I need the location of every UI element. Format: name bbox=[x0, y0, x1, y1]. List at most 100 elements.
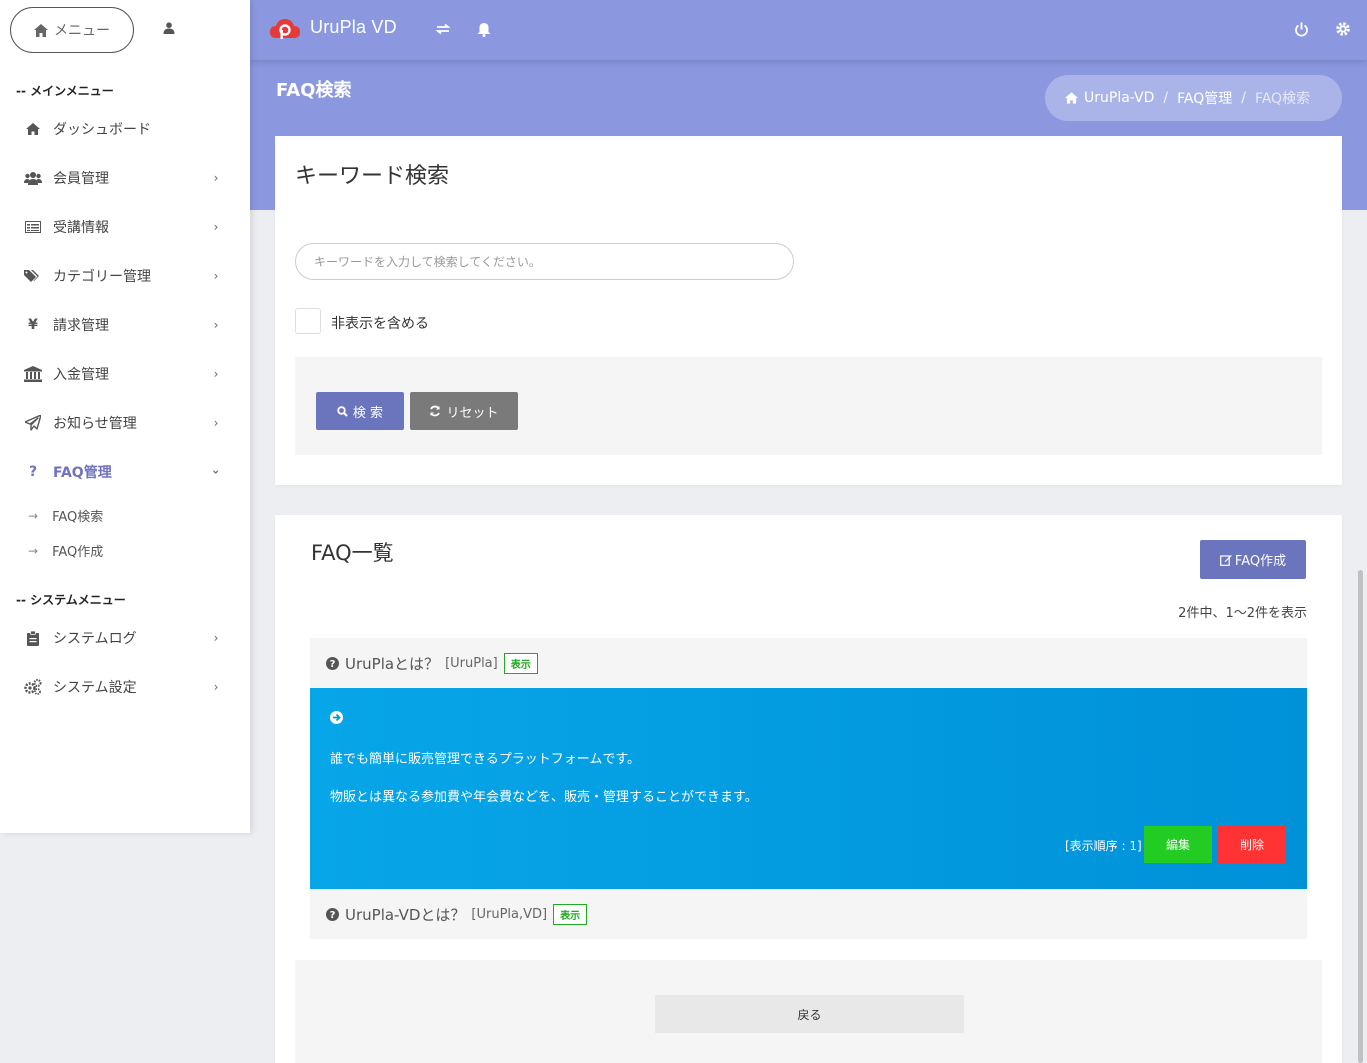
reset-button[interactable]: リセット bbox=[410, 392, 518, 430]
refresh-icon bbox=[430, 405, 441, 417]
home-icon bbox=[34, 23, 48, 37]
chevron-right-icon: › bbox=[213, 220, 219, 234]
chevron-right-icon: › bbox=[213, 416, 219, 430]
search-button-label: 検 索 bbox=[352, 405, 384, 421]
faq-category-tag: [UruPla,VD] bbox=[471, 906, 548, 922]
power-icon[interactable] bbox=[1292, 20, 1310, 38]
sidebar-item-enrollment[interactable]: 受講情報 › bbox=[0, 207, 250, 247]
system-menu-section-label: -- システムメニュー bbox=[16, 593, 126, 607]
sidebar-subitem-label: FAQ作成 bbox=[52, 545, 104, 560]
chevron-right-icon: › bbox=[213, 631, 219, 645]
top-bar: UruPla VD bbox=[250, 0, 1367, 60]
search-input[interactable] bbox=[295, 243, 794, 280]
sidebar-item-system-settings[interactable]: システム設定 › bbox=[0, 667, 250, 707]
search-icon bbox=[337, 405, 348, 417]
menu-toggle-button[interactable]: メニュー bbox=[10, 7, 134, 53]
delete-button[interactable]: 削除 bbox=[1218, 826, 1286, 863]
breadcrumb-home-link[interactable]: UruPla-VD bbox=[1084, 90, 1154, 106]
app-title[interactable]: UruPla VD bbox=[310, 17, 397, 38]
arrow-circle-right-icon bbox=[330, 711, 343, 724]
include-hidden-checkbox[interactable] bbox=[295, 308, 321, 334]
sidebar-item-label: FAQ管理 bbox=[53, 465, 112, 481]
faq-create-button[interactable]: FAQ作成 bbox=[1200, 540, 1306, 579]
question-circle-icon: ? bbox=[326, 907, 339, 921]
keyword-search-card: キーワード検索 非表示を含める 検 索 リセット bbox=[275, 136, 1342, 485]
back-button[interactable]: 戻る bbox=[655, 995, 964, 1033]
faq-question-row[interactable]: ? UruPla-VDとは？ [UruPla,VD] 表示 bbox=[310, 889, 1307, 939]
sidebar-item-label: ダッシュボード bbox=[53, 122, 151, 138]
search-button[interactable]: 検 索 bbox=[316, 392, 404, 430]
home-icon bbox=[24, 120, 42, 138]
sidebar-item-dashboard[interactable]: ダッシュボード bbox=[0, 109, 250, 149]
switch-icon[interactable] bbox=[434, 20, 452, 38]
sidebar-item-label: 入金管理 bbox=[53, 367, 109, 383]
faq-answer-panel: 誰でも簡単に販売管理できるプラットフォームです。 物販とは異なる参加費や年会費な… bbox=[310, 688, 1307, 889]
faq-category-tag: [UruPla] bbox=[445, 655, 498, 671]
faq-answer-line: 物販とは異なる参加費や年会費などを、販売・管理することができます。 bbox=[330, 790, 758, 805]
faq-question-text: UruPla-VDとは？ bbox=[345, 905, 466, 924]
sidebar-item-label: システム設定 bbox=[53, 680, 137, 696]
sidebar-item-payments[interactable]: 入金管理 › bbox=[0, 354, 250, 394]
breadcrumb: UruPla-VD / FAQ管理 / FAQ検索 bbox=[1045, 75, 1342, 121]
sidebar-item-categories[interactable]: カテゴリー管理 › bbox=[0, 256, 250, 296]
reset-button-label: リセット bbox=[446, 405, 499, 421]
main-menu-section-label: -- メインメニュー bbox=[16, 84, 114, 98]
display-order-label: [表示順序 : 1] bbox=[1065, 839, 1142, 853]
sidebar: メニュー -- メインメニュー ダッシュボード 会員管理 › 受講情報 › カテ… bbox=[0, 0, 250, 833]
user-icon[interactable] bbox=[160, 19, 178, 37]
chevron-right-icon: › bbox=[213, 269, 219, 283]
sidebar-item-label: 会員管理 bbox=[53, 171, 109, 187]
chevron-right-icon: › bbox=[213, 680, 219, 694]
sidebar-item-label: 受講情報 bbox=[53, 220, 109, 236]
sidebar-item-label: お知らせ管理 bbox=[53, 416, 137, 432]
svg-text:?: ? bbox=[330, 659, 336, 670]
question-icon: ? bbox=[28, 464, 38, 480]
sidebar-subitem-label: FAQ検索 bbox=[52, 510, 104, 525]
bell-icon[interactable] bbox=[475, 20, 493, 38]
sidebar-item-label: システムログ bbox=[53, 631, 137, 647]
faq-question-text: UruPlaとは？ bbox=[345, 654, 440, 673]
sidebar-item-system-log[interactable]: システムログ › bbox=[0, 618, 250, 658]
paper-plane-icon bbox=[24, 414, 42, 432]
sidebar-item-faq[interactable]: ? FAQ管理 › bbox=[0, 452, 250, 492]
footer-actions: 戻る bbox=[295, 960, 1322, 1063]
sidebar-item-label: 請求管理 bbox=[53, 318, 109, 334]
app-logo[interactable] bbox=[270, 16, 300, 44]
faq-create-label: FAQ作成 bbox=[1234, 554, 1287, 569]
sidebar-item-members[interactable]: 会員管理 › bbox=[0, 158, 250, 198]
chevron-right-icon: › bbox=[213, 171, 219, 185]
chevron-down-icon: › bbox=[209, 469, 223, 475]
faq-list-title: FAQ一覧 bbox=[311, 541, 394, 565]
result-count: 2件中、1〜2件を表示 bbox=[1178, 606, 1307, 621]
page-title: FAQ検索 bbox=[276, 80, 352, 101]
gear-icon[interactable] bbox=[1334, 20, 1352, 38]
yen-icon: ¥ bbox=[28, 317, 38, 333]
sidebar-subitem-faq-search[interactable]: → FAQ検索 bbox=[28, 506, 104, 526]
bank-icon bbox=[24, 365, 42, 383]
faq-list-card: FAQ一覧 FAQ作成 2件中、1〜2件を表示 ? UruPlaとは？ [Uru… bbox=[275, 515, 1342, 1063]
arrow-right-icon: → bbox=[28, 508, 39, 523]
clipboard-icon bbox=[24, 629, 42, 647]
sidebar-item-billing[interactable]: ¥ 請求管理 › bbox=[0, 305, 250, 345]
edit-icon bbox=[1220, 554, 1232, 566]
scrollbar[interactable] bbox=[1358, 570, 1363, 1063]
svg-text:?: ? bbox=[330, 910, 336, 921]
breadcrumb-faq-link[interactable]: FAQ管理 bbox=[1177, 88, 1232, 108]
arrow-right-icon: → bbox=[28, 543, 39, 558]
keyword-search-title: キーワード検索 bbox=[295, 164, 450, 189]
sidebar-subitem-faq-create[interactable]: → FAQ作成 bbox=[28, 541, 104, 561]
tags-icon bbox=[24, 267, 42, 285]
cogs-icon bbox=[24, 678, 42, 696]
sidebar-item-label: カテゴリー管理 bbox=[53, 269, 151, 285]
faq-question-row[interactable]: ? UruPlaとは？ [UruPla] 表示 bbox=[310, 638, 1307, 688]
status-badge: 表示 bbox=[503, 652, 538, 674]
sidebar-item-notices[interactable]: お知らせ管理 › bbox=[0, 403, 250, 443]
chevron-right-icon: › bbox=[213, 367, 219, 381]
menu-label: メニュー bbox=[54, 23, 110, 39]
edit-button[interactable]: 編集 bbox=[1144, 826, 1212, 863]
status-badge: 表示 bbox=[553, 903, 588, 925]
list-icon bbox=[24, 218, 42, 236]
chevron-right-icon: › bbox=[213, 318, 219, 332]
include-hidden-label: 非表示を含める bbox=[331, 316, 429, 332]
search-actions: 検 索 リセット bbox=[295, 357, 1322, 455]
